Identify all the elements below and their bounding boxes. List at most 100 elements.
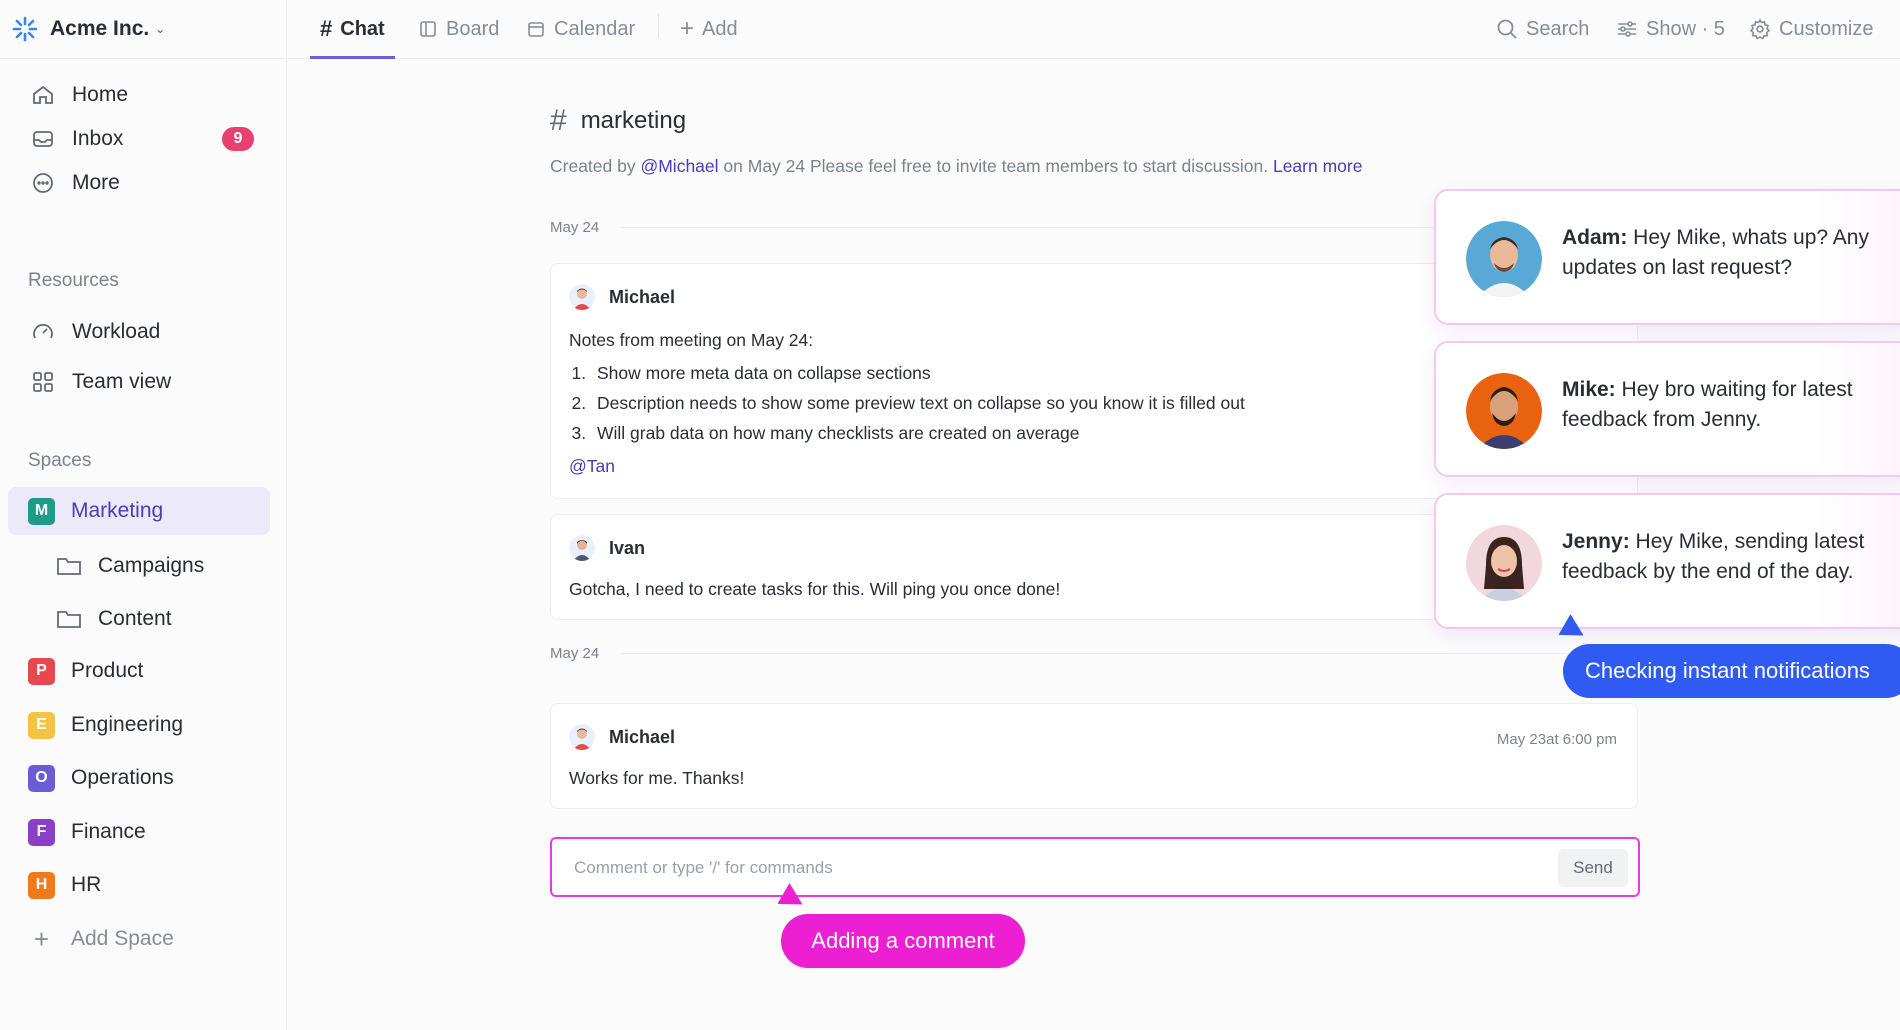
tab-label: Board	[446, 17, 500, 40]
search-button[interactable]: Search	[1496, 0, 1589, 58]
tab-calendar[interactable]: Calendar	[526, 0, 635, 58]
nav-workload[interactable]: Workload	[8, 309, 270, 355]
inbox-icon	[30, 126, 56, 152]
avatar	[569, 535, 595, 561]
tab-board[interactable]: Board	[418, 0, 499, 58]
message-author[interactable]: Michael	[609, 727, 675, 748]
nav-team-view[interactable]: Team view	[8, 359, 270, 405]
space-product[interactable]: P Product	[8, 647, 270, 695]
message-author[interactable]: Michael	[609, 287, 675, 308]
tab-add[interactable]: + Add	[680, 0, 738, 58]
message-list: Show more meta data on collapse sections…	[591, 358, 1245, 448]
notification-card[interactable]: Jenny: Hey Mike, sending latest feedback…	[1434, 493, 1900, 629]
learn-more-link[interactable]: Learn more	[1273, 156, 1363, 176]
list-item: Will grab data on how many checklists ar…	[591, 418, 1245, 448]
grid-icon	[30, 369, 56, 395]
message-author[interactable]: Ivan	[609, 538, 645, 559]
folder-icon	[57, 558, 81, 575]
gear-icon	[1749, 18, 1771, 40]
folder-campaigns[interactable]: Campaigns	[8, 543, 270, 589]
space-label: Product	[71, 659, 144, 682]
space-engineering[interactable]: E Engineering	[8, 701, 270, 749]
message-timestamp: May 23at 6:00 pm	[1496, 731, 1617, 748]
desc-prefix: Created by	[550, 156, 641, 176]
channel-title: # marketing	[550, 104, 686, 138]
sliders-icon	[1616, 18, 1638, 40]
notification-card[interactable]: Adam: Hey Mike, whats up? Any updates on…	[1434, 189, 1900, 325]
search-icon	[1496, 18, 1518, 40]
nav-workload-label: Workload	[72, 320, 161, 343]
tab-label: Chat	[340, 17, 385, 40]
folder-label: Campaigns	[98, 554, 205, 577]
message-card: Michael May 23at 6:00 pm Works for me. T…	[550, 703, 1638, 809]
show-button[interactable]: Show · 5	[1616, 0, 1725, 58]
more-icon	[30, 170, 56, 196]
tab-divider	[658, 14, 659, 38]
avatar	[1466, 221, 1542, 297]
calendar-icon	[526, 19, 546, 39]
tab-label: Calendar	[554, 17, 636, 40]
notification-text: Adam: Hey Mike, whats up? Any updates on…	[1562, 223, 1900, 283]
avatar	[1466, 525, 1542, 601]
nav-more[interactable]: More	[8, 160, 270, 206]
space-marketing[interactable]: M Marketing	[8, 487, 270, 535]
send-button[interactable]: Send	[1558, 849, 1628, 887]
comment-input[interactable]: Comment or type '/' for commands Send	[550, 837, 1640, 897]
space-finance[interactable]: F Finance	[8, 808, 270, 856]
nav-home[interactable]: Home	[8, 72, 270, 118]
nav-inbox[interactable]: Inbox 9	[8, 116, 270, 162]
folder-content[interactable]: Content	[8, 596, 270, 642]
sender-name: Adam:	[1562, 226, 1628, 249]
spaces-heading: Spaces	[28, 450, 92, 471]
avatar	[569, 724, 595, 750]
tab-chat[interactable]: # Chat	[310, 0, 395, 59]
instant-notifications-callout: Checking instant notifications	[1563, 644, 1900, 698]
space-hr[interactable]: H HR	[8, 861, 270, 909]
space-label: Finance	[71, 820, 146, 843]
list-item: Show more meta data on collapse sections	[591, 358, 1245, 388]
message-header: Michael	[569, 284, 675, 310]
board-icon	[418, 19, 438, 39]
workspace-switcher[interactable]: Acme Inc. ⌄	[0, 0, 286, 59]
notification-text: Mike: Hey bro waiting for latest feedbac…	[1562, 375, 1900, 435]
space-operations[interactable]: O Operations	[8, 754, 270, 802]
notification-card[interactable]: Mike: Hey bro waiting for latest feedbac…	[1434, 341, 1900, 477]
folder-label: Content	[98, 607, 172, 630]
chevron-down-icon: ⌄	[155, 22, 166, 36]
space-label: HR	[71, 873, 102, 896]
space-avatar: E	[28, 711, 55, 739]
user-mention[interactable]: @Tan	[569, 456, 615, 477]
space-label: Marketing	[71, 499, 164, 522]
message-text: Works for me. Thanks!	[569, 768, 745, 788]
comment-placeholder: Comment or type '/' for commands	[574, 858, 833, 877]
hash-icon: #	[320, 16, 333, 41]
add-space-button[interactable]: + Add Space	[8, 915, 270, 963]
creator-mention[interactable]: @Michael	[640, 156, 718, 176]
message-text: Gotcha, I need to create tasks for this.…	[569, 579, 1061, 599]
gauge-icon	[30, 319, 56, 345]
space-avatar: M	[28, 497, 55, 525]
date-label: May 24	[550, 219, 600, 236]
customize-button[interactable]: Customize	[1749, 0, 1873, 58]
search-label: Search	[1526, 17, 1590, 40]
message-text: Notes from meeting on May 24:	[569, 330, 814, 350]
sender-name: Jenny:	[1562, 530, 1630, 553]
nav-more-label: More	[72, 171, 120, 194]
resources-heading: Resources	[28, 270, 119, 291]
nav-inbox-label: Inbox	[72, 127, 124, 150]
notification-text: Jenny: Hey Mike, sending latest feedback…	[1562, 527, 1900, 587]
message-header: Michael	[569, 724, 675, 750]
inbox-count-badge: 9	[222, 127, 254, 151]
space-avatar: O	[28, 764, 55, 792]
nav-team-view-label: Team view	[72, 370, 172, 393]
customize-label: Customize	[1779, 17, 1874, 40]
top-bar: # Chat Board Calendar + Add Search Show …	[288, 0, 1900, 59]
nav-home-label: Home	[72, 83, 129, 106]
space-avatar: F	[28, 818, 55, 846]
workspace-name: Acme Inc.	[50, 17, 150, 40]
home-icon	[30, 82, 56, 108]
sidebar: Acme Inc. ⌄ Home Inbox 9 More Resources …	[0, 0, 287, 1030]
tab-label: Add	[702, 17, 738, 40]
space-avatar: H	[28, 871, 55, 899]
channel-name: marketing	[580, 107, 687, 134]
